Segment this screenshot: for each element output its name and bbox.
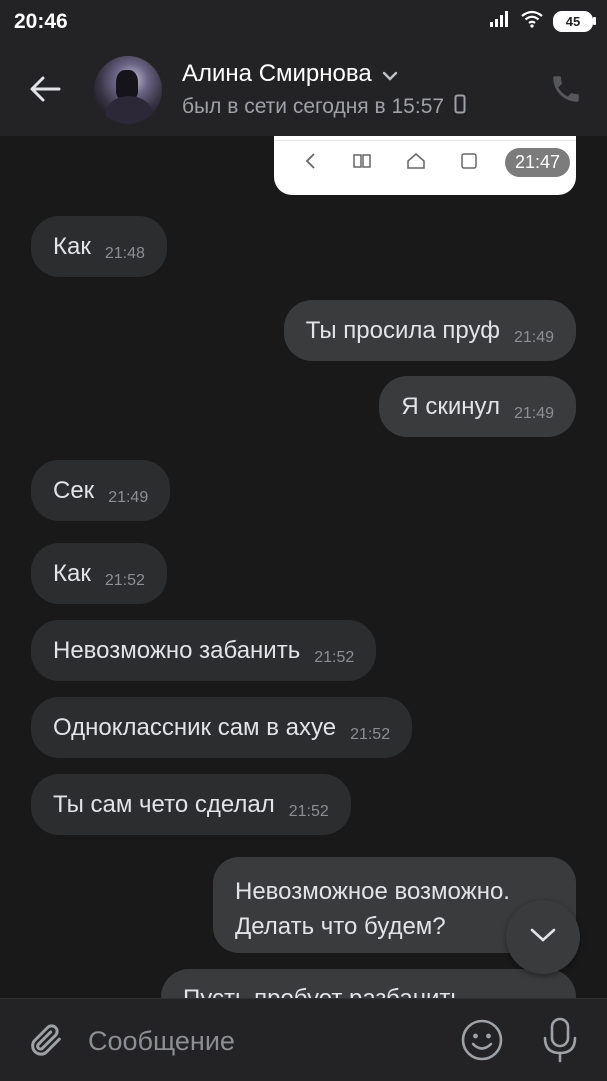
phone-icon: [549, 76, 583, 110]
message-text: Как: [53, 559, 91, 587]
message-time: 21:48: [104, 244, 145, 262]
message-bubble[interactable]: Невозможно забанить 21:52: [31, 620, 377, 681]
message-bubble[interactable]: Сек 21:49: [31, 460, 171, 521]
tabs-icon: [460, 152, 478, 175]
signal-icon: [489, 10, 511, 33]
emoji-button[interactable]: [460, 1018, 504, 1062]
divider: [274, 140, 576, 141]
book-icon: [352, 153, 372, 174]
message-text: Ты просила пруф: [305, 316, 500, 344]
status-time: 20:46: [14, 10, 68, 33]
paperclip-icon: [26, 1024, 66, 1065]
avatar[interactable]: [94, 56, 162, 124]
call-button[interactable]: [549, 72, 583, 106]
message-bubble[interactable]: Я скинул 21:49: [379, 376, 576, 437]
message-text: Невозможное возможно.: [235, 878, 510, 905]
back-button[interactable]: [20, 66, 70, 116]
status-bar: 20:46 45: [0, 0, 607, 44]
chevron-down-icon: [382, 60, 398, 88]
home-icon: [406, 152, 426, 175]
message-text: Ты сам чето сделал: [53, 790, 275, 818]
message-time: 21:52: [104, 571, 145, 589]
message-time: 21:52: [288, 802, 329, 820]
attach-button[interactable]: [26, 1019, 66, 1061]
status-icons: 45: [489, 10, 596, 33]
last-seen: был в сети сегодня в 15:57: [182, 94, 466, 120]
mobile-phone-icon: [454, 94, 466, 120]
message-text: Невозможно забанить: [53, 636, 301, 664]
image-message-preview[interactable]: 21:47: [274, 136, 576, 195]
battery-indicator: 45: [553, 10, 596, 32]
message-input[interactable]: [86, 1017, 440, 1065]
message-time: 21:49: [108, 488, 149, 506]
message-time: 21:52: [314, 648, 355, 666]
chat-header: Алина Смирнова был в сети сегодня в 15:5…: [0, 44, 607, 136]
message-bubble[interactable]: Одноклассник сам в ахуе 21:52: [31, 697, 413, 758]
message-bubble[interactable]: Пусть пробует разбанить: [161, 969, 576, 1000]
message-text: Я скинул: [401, 392, 500, 420]
chevron-down-icon: [529, 927, 557, 948]
message-bubble[interactable]: Как 21:52: [31, 543, 167, 604]
contact-name[interactable]: Алина Смирнова: [182, 60, 398, 88]
last-seen-text: был в сети сегодня в 15:57: [182, 95, 445, 118]
arrow-left-icon: [29, 75, 61, 108]
smiley-icon: [460, 1019, 504, 1066]
message-time: 21:49: [513, 328, 554, 346]
contact-name-text: Алина Смирнова: [182, 60, 372, 87]
message-text: Как: [53, 232, 91, 260]
message-time: 21:52: [350, 725, 391, 743]
message-text: Одноклассник сам в ахуе: [53, 713, 337, 741]
message-bubble[interactable]: Как 21:48: [31, 216, 167, 277]
microphone-icon: [540, 1017, 580, 1068]
chevron-left-icon: [304, 152, 318, 175]
message-bubble[interactable]: Ты просила пруф 21:49: [283, 300, 576, 361]
scroll-down-button[interactable]: [506, 900, 580, 974]
message-time: 21:49: [513, 404, 554, 422]
message-text: Сек: [53, 476, 95, 504]
voice-message-button[interactable]: [540, 1016, 580, 1064]
message-composer: [0, 998, 607, 1081]
wifi-icon: [521, 10, 543, 33]
preview-timestamp: 21:47: [504, 148, 570, 177]
message-list[interactable]: 21:47 Как 21:48 Ты просила пруф 21:49 Я …: [0, 136, 607, 1000]
preview-navbar: [304, 152, 478, 175]
message-bubble[interactable]: Ты сам чето сделал 21:52: [31, 774, 351, 835]
